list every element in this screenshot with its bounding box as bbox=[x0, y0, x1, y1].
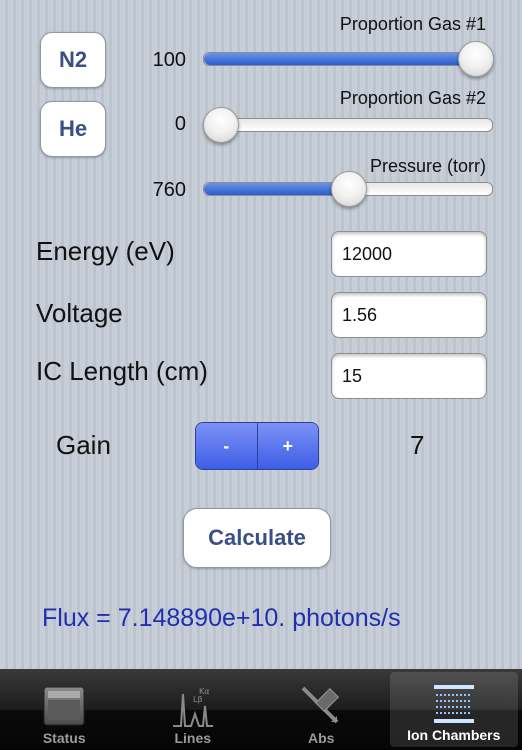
ic-length-label: IC Length (cm) bbox=[36, 356, 208, 386]
pressure-value: 760 bbox=[152, 179, 186, 201]
lines-icon: Kα Lβ bbox=[172, 687, 213, 727]
tab-lines-label: Lines bbox=[174, 730, 212, 746]
gas1-proportion-label: Proportion Gas #1 bbox=[339, 14, 486, 34]
gas2-proportion-label: Proportion Gas #2 bbox=[339, 88, 486, 108]
slider-fill bbox=[204, 183, 348, 195]
gain-value: 7 bbox=[410, 430, 425, 460]
gas2-proportion-slider[interactable] bbox=[203, 118, 493, 132]
gas2-proportion-value: 0 bbox=[174, 113, 186, 135]
pressure-slider-thumb[interactable] bbox=[331, 171, 367, 207]
voltage-field[interactable] bbox=[331, 292, 487, 338]
ic-length-field[interactable] bbox=[331, 353, 487, 399]
tab-status[interactable]: Status bbox=[0, 669, 129, 750]
pressure-label: Pressure (torr) bbox=[369, 156, 486, 176]
status-icon bbox=[43, 686, 85, 726]
tab-abs-label: Abs bbox=[308, 730, 335, 746]
tab-abs[interactable]: Abs bbox=[257, 669, 386, 750]
slider-fill bbox=[204, 53, 492, 65]
gas2-slider-thumb[interactable] bbox=[203, 107, 239, 143]
calculate-button[interactable]: Calculate bbox=[183, 508, 331, 568]
gain-label: Gain bbox=[56, 430, 111, 460]
gain-decrement-button[interactable]: - bbox=[196, 423, 258, 469]
tab-bar: Status Kα Lβ Lines Abs Ion Chambers bbox=[0, 669, 522, 750]
tab-ion-chambers-label: Ion Chambers bbox=[407, 727, 501, 743]
gas1-proportion-value: 100 bbox=[152, 49, 186, 71]
energy-label: Energy (eV) bbox=[36, 236, 175, 266]
gain-stepper[interactable]: - + bbox=[195, 422, 319, 470]
energy-field[interactable] bbox=[331, 231, 487, 277]
gain-increment-button[interactable]: + bbox=[257, 423, 318, 469]
gas1-slider-thumb[interactable] bbox=[458, 41, 494, 77]
svg-text:Lβ: Lβ bbox=[193, 695, 203, 704]
tab-ion-chambers[interactable]: Ion Chambers bbox=[389, 672, 518, 747]
abs-icon bbox=[301, 686, 340, 724]
gas1-proportion-slider[interactable] bbox=[203, 52, 493, 66]
gas1-button[interactable]: N2 bbox=[40, 32, 106, 88]
ion-chambers-icon bbox=[433, 685, 474, 723]
voltage-label: Voltage bbox=[36, 298, 123, 328]
flux-result: Flux = 7.148890e+10. photons/s bbox=[42, 604, 401, 632]
tab-lines[interactable]: Kα Lβ Lines bbox=[129, 669, 258, 750]
gas2-button[interactable]: He bbox=[40, 101, 106, 157]
tab-status-label: Status bbox=[42, 730, 86, 746]
